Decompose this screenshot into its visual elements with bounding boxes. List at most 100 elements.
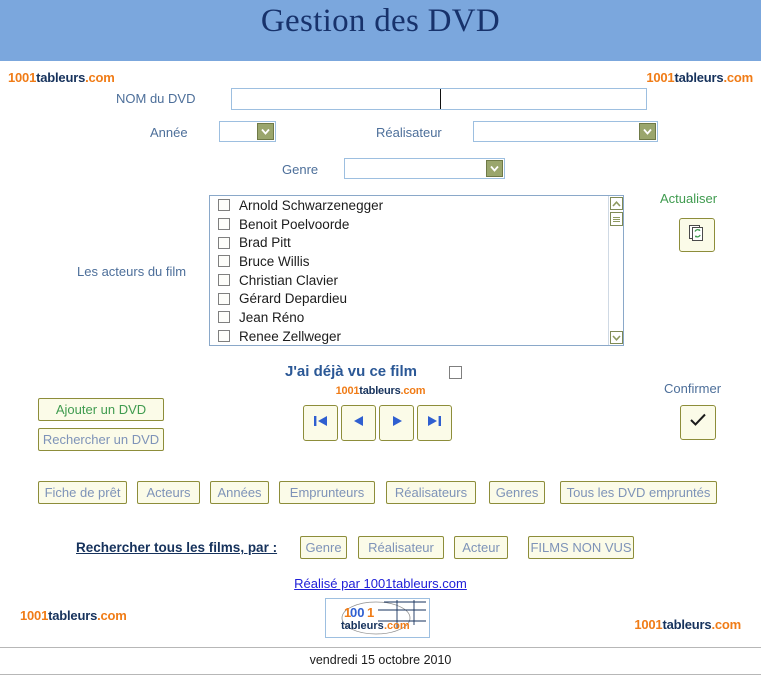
actor-name-label: Christian Clavier [239, 272, 339, 288]
scroll-up-icon[interactable] [610, 197, 623, 210]
footer-date: vendredi 15 octobre 2010 [309, 653, 452, 667]
annee-dropdown[interactable] [219, 121, 276, 142]
last-record-icon [426, 414, 443, 433]
next-record-icon [390, 414, 404, 433]
chevron-down-icon[interactable] [639, 123, 656, 140]
realisateurs-button[interactable]: Réalisateurs [386, 481, 476, 504]
footer-divider [0, 647, 761, 648]
genre-label: Genre [282, 162, 319, 177]
ajouter-dvd-button[interactable]: Ajouter un DVD [38, 398, 164, 421]
actor-name-label: Benoit Poelvoorde [239, 216, 350, 232]
dvd-name-input[interactable] [231, 88, 647, 110]
next-record-button[interactable] [379, 405, 414, 441]
actor-list-item[interactable]: Arnold Schwarzenegger [210, 196, 623, 215]
actor-name-label: Bruce Willis [239, 253, 310, 269]
actor-checkbox[interactable] [218, 199, 230, 212]
page-title: Gestion des DVD [260, 3, 501, 39]
actor-checkbox[interactable] [218, 236, 230, 249]
actor-name-label: Arnold Schwarzenegger [239, 197, 384, 213]
brand-logo-word: tableurs [662, 617, 712, 632]
scroll-down-icon[interactable] [610, 331, 623, 344]
brand-logo-word: tableurs [48, 608, 98, 623]
brand-logo-middle: 1001tableurs.com [0, 385, 761, 397]
last-record-button[interactable] [417, 405, 452, 441]
actor-name-label: Jean Réno [239, 309, 305, 325]
chevron-down-icon[interactable] [257, 123, 274, 140]
brand-logo-top-left: 1001tableurs.com [8, 70, 115, 85]
actor-list-item[interactable]: Brad Pitt [210, 233, 623, 252]
genre-dropdown[interactable] [344, 158, 505, 179]
actor-list-item[interactable]: Jean Réno [210, 308, 623, 327]
actors-label: Les acteurs du film [77, 264, 187, 279]
svg-text:00: 00 [350, 605, 364, 620]
credit-link[interactable]: Réalisé par 1001tableurs.com [0, 576, 761, 591]
confirmer-label: Confirmer [664, 381, 722, 396]
actor-checkbox[interactable] [218, 330, 230, 343]
annees-button[interactable]: Années [210, 481, 269, 504]
first-record-icon [312, 414, 329, 433]
actor-checkbox[interactable] [218, 218, 230, 231]
tous-dvd-empruntes-button[interactable]: Tous les DVD empruntés [560, 481, 717, 504]
search-all-label: Rechercher tous les films, par : [76, 540, 278, 555]
realisateur-dropdown[interactable] [473, 121, 658, 142]
brand-logo-bottom-left: 1001tableurs.com [20, 608, 127, 623]
actor-name-label: Gérard Depardieu [239, 291, 348, 307]
search-by-acteur-button[interactable]: Acteur [454, 536, 508, 559]
brand-logo-num: 1001 [335, 385, 360, 397]
scrollbar-thumb[interactable] [610, 212, 623, 226]
brand-logo-domain: .com [97, 608, 127, 623]
brand-logo-bottom-right: 1001tableurs.com [634, 617, 741, 632]
genres-button[interactable]: Genres [489, 481, 545, 504]
first-record-button[interactable] [303, 405, 338, 441]
brand-logo-image: 1 00 1 tableurs .com [325, 598, 430, 638]
actor-list-item[interactable]: Renee Zellweger [210, 327, 623, 345]
thumb-grip-icon [613, 216, 620, 223]
brand-logo-num: 1001 [646, 70, 675, 85]
actor-name-label: Renee Zellweger [239, 328, 342, 344]
emprunteurs-button[interactable]: Emprunteurs [279, 481, 375, 504]
brand-logo-domain: .com [723, 70, 753, 85]
actualiser-label: Actualiser [660, 191, 718, 206]
actualiser-button[interactable] [679, 218, 715, 252]
actor-checkbox[interactable] [218, 292, 230, 305]
rechercher-dvd-button[interactable]: Rechercher un DVD [38, 428, 164, 451]
actor-list-item[interactable]: Gérard Depardieu [210, 289, 623, 308]
actor-list-item[interactable]: Bruce Willis [210, 252, 623, 271]
svg-text:tableurs: tableurs [341, 620, 384, 632]
chevron-down-icon[interactable] [486, 160, 503, 177]
brand-logo-domain: .com [711, 617, 741, 632]
brand-logo-graphic: 1 00 1 tableurs .com [341, 600, 426, 635]
brand-logo-num: 1001 [8, 70, 37, 85]
previous-record-icon [352, 414, 366, 433]
films-non-vus-button[interactable]: FILMS NON VUS [528, 536, 634, 559]
deja-vu-label: J'ai déjà vu ce film [285, 363, 417, 380]
actor-list-item[interactable]: Christian Clavier [210, 271, 623, 290]
annee-label: Année [150, 125, 188, 140]
confirmer-button[interactable] [680, 405, 716, 440]
svg-text:.com: .com [384, 620, 410, 632]
fiche-de-pret-button[interactable]: Fiche de prêt [38, 481, 127, 504]
actors-scrollbar[interactable] [608, 196, 623, 345]
brand-logo-domain: .com [85, 70, 115, 85]
search-by-realisateur-button[interactable]: Réalisateur [358, 536, 444, 559]
search-by-genre-button[interactable]: Genre [300, 536, 347, 559]
brand-logo-word: tableurs [36, 70, 86, 85]
refresh-pages-icon [687, 223, 707, 248]
actors-listbox[interactable]: Arnold Schwarzenegger Benoit Poelvoorde Br… [209, 195, 624, 346]
actor-list-item[interactable]: Benoit Poelvoorde [210, 215, 623, 234]
deja-vu-checkbox[interactable] [449, 366, 462, 379]
brand-logo-word: tableurs [674, 70, 724, 85]
brand-logo-top-right: 1001tableurs.com [646, 70, 753, 85]
dvd-name-label: NOM du DVD [116, 91, 196, 106]
checkmark-icon [689, 413, 707, 432]
actor-checkbox[interactable] [218, 274, 230, 287]
text-caret [440, 89, 441, 109]
brand-logo-word: tableurs [359, 385, 401, 397]
realisateur-label: Réalisateur [376, 125, 442, 140]
brand-logo-domain: .com [400, 385, 426, 397]
actor-name-label: Brad Pitt [239, 235, 291, 251]
acteurs-button[interactable]: Acteurs [137, 481, 200, 504]
actor-checkbox[interactable] [218, 311, 230, 324]
actor-checkbox[interactable] [218, 255, 230, 268]
previous-record-button[interactable] [341, 405, 376, 441]
